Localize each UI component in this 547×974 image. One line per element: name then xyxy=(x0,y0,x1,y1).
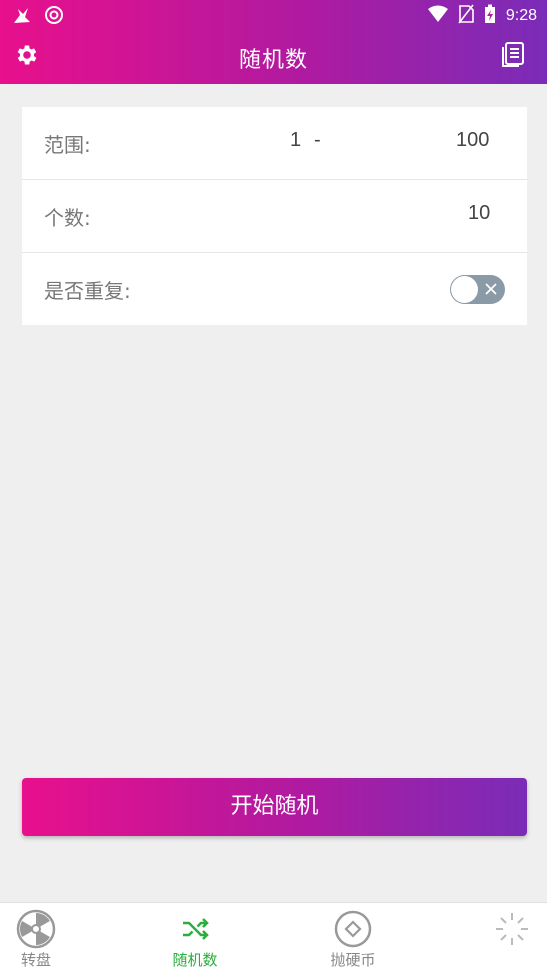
notification-bird-icon xyxy=(12,5,32,29)
no-sim-icon xyxy=(458,4,474,28)
count-label: 个数: xyxy=(44,206,91,230)
app-bar: 随机数 xyxy=(0,30,547,84)
start-random-button[interactable]: 开始随机 xyxy=(22,778,527,836)
range-max-input[interactable]: 100 xyxy=(456,129,489,152)
close-icon xyxy=(484,281,498,300)
status-bar: 9:28 xyxy=(0,0,547,30)
settings-card: 范围: 1 - 100 个数: 10 是否重复: xyxy=(22,107,527,325)
range-min-input[interactable]: 1 xyxy=(290,129,301,152)
nav-label-coin: 抛硬币 xyxy=(330,951,376,969)
header-bar: 9:28 随机数 xyxy=(0,0,547,84)
page-title: 随机数 xyxy=(238,48,308,73)
count-input[interactable]: 10 xyxy=(468,202,490,225)
circle-sync-icon xyxy=(44,5,64,29)
history-list-icon[interactable] xyxy=(501,42,527,70)
status-time: 9:28 xyxy=(505,7,537,24)
wheel-icon xyxy=(16,909,56,949)
nav-label-random: 随机数 xyxy=(172,951,218,969)
nav-item-wheel[interactable]: 转盘 xyxy=(0,909,86,970)
repeat-row: 是否重复: xyxy=(22,253,527,326)
nav-label-wheel: 转盘 xyxy=(20,951,51,969)
nav-item-more[interactable] xyxy=(462,909,547,949)
shuffle-icon xyxy=(175,909,215,949)
status-right: 9:28 xyxy=(427,4,537,28)
range-separator: - xyxy=(314,129,321,151)
coin-icon xyxy=(333,909,373,949)
bottom-nav: 转盘 随机数 抛硬币 xyxy=(0,902,547,974)
battery-charging-icon xyxy=(484,4,496,28)
wifi-icon xyxy=(427,5,448,27)
nav-item-random[interactable]: 随机数 xyxy=(145,909,245,970)
count-row: 个数: 10 xyxy=(22,180,527,253)
nav-item-coin[interactable]: 抛硬币 xyxy=(303,909,403,970)
toggle-knob xyxy=(451,276,478,303)
range-row: 范围: 1 - 100 xyxy=(22,107,527,180)
sparkle-icon xyxy=(492,909,532,949)
repeat-label: 是否重复: xyxy=(44,279,131,303)
repeat-toggle[interactable] xyxy=(450,275,505,304)
status-left xyxy=(12,5,64,29)
range-label: 范围: xyxy=(44,133,91,157)
